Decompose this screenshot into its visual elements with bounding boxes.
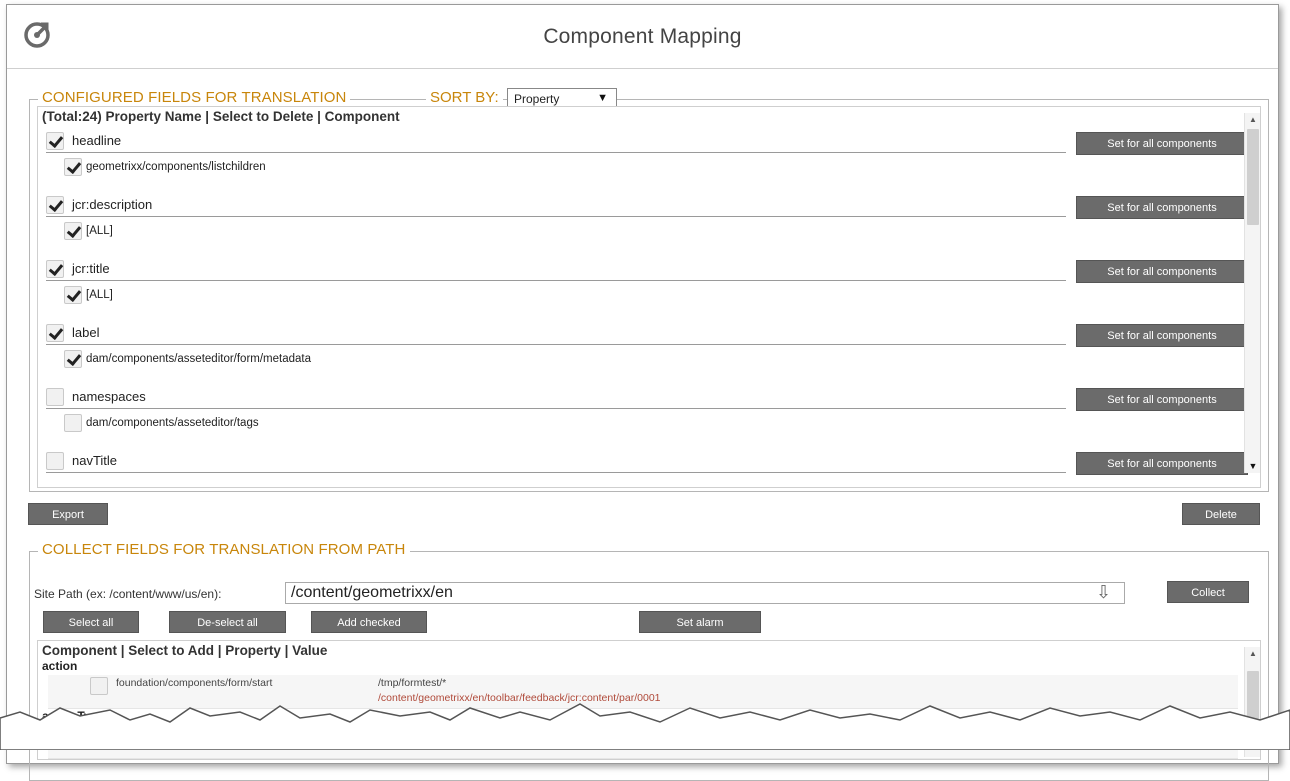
set-for-all-components-button[interactable]: Set for all components (1076, 452, 1248, 475)
property-name: jcr:title (72, 261, 110, 276)
select-all-button[interactable]: Select all (43, 611, 139, 633)
component-row: geometrixx/components/listchildren (64, 157, 1064, 179)
set-for-all-components-button[interactable]: Set for all components (1076, 132, 1248, 155)
component-mapping-window: Component Mapping CONFIGURED FIELDS FOR … (6, 4, 1279, 781)
dropdown-arrow-icon: ▼ (597, 92, 608, 104)
scroll-up-icon[interactable]: ▲ (1245, 647, 1260, 661)
sort-by-label: SORT BY: (426, 89, 503, 106)
component-checkbox[interactable] (64, 222, 82, 240)
collect-list-header: Component | Select to Add | Property | V… (42, 643, 328, 658)
property-name: jcr:description (72, 197, 153, 212)
set-alarm-button[interactable]: Set alarm (639, 611, 761, 633)
component-path: geometrixx/components/listchildren (86, 161, 266, 173)
component-row: [ALL] (64, 221, 1064, 243)
collect-button[interactable]: Collect (1167, 581, 1249, 603)
property-row: navTitle (46, 451, 1066, 473)
component-checkbox[interactable] (64, 158, 82, 176)
export-button[interactable]: Export (28, 503, 108, 525)
property-row: label (46, 323, 1066, 345)
deselect-all-button[interactable]: De-select all (169, 611, 286, 633)
component-path: dam/components/asseteditor/tags (86, 417, 259, 429)
component-path: [ALL] (86, 225, 113, 237)
configured-legend: CONFIGURED FIELDS FOR TRANSLATION (38, 89, 351, 106)
component-row: dam/components/asseteditor/tags (64, 413, 1064, 435)
add-checked-button[interactable]: Add checked (311, 611, 427, 633)
scroll-up-icon[interactable]: ▲ (1245, 113, 1260, 127)
property-row: namespaces (46, 387, 1066, 409)
component-path: foundation/components/form/start (116, 677, 273, 689)
component-row: [ALL] (64, 285, 1064, 307)
property-row: jcr:title (46, 259, 1066, 281)
scroll-thumb[interactable] (1247, 129, 1259, 225)
component-checkbox[interactable] (64, 414, 82, 432)
page-title: Component Mapping (543, 25, 742, 48)
collect-legend: COLLECT FIELDS FOR TRANSLATION FROM PATH (38, 541, 410, 558)
component-row: dam/components/asseteditor/form/metadata (64, 349, 1064, 371)
browse-icon[interactable]: ⇩ (1096, 582, 1111, 603)
scroll-down-icon[interactable]: ▼ (1245, 459, 1260, 473)
property-value: /tmp/formtest/* (378, 677, 447, 689)
property-checkbox[interactable] (46, 324, 64, 342)
property-name: headline (72, 133, 122, 148)
component-checkbox[interactable] (64, 350, 82, 368)
component-path: dam/components/asseteditor/form/metadata (86, 353, 312, 365)
set-for-all-components-button[interactable]: Set for all components (1076, 324, 1248, 347)
component-checkbox[interactable] (64, 286, 82, 304)
torn-edge (0, 703, 1290, 750)
configured-list-header: (Total:24) Property Name | Select to Del… (38, 107, 1260, 127)
configured-list-panel: (Total:24) Property Name | Select to Del… (37, 106, 1261, 488)
property-name: label (72, 325, 100, 340)
configured-scrollbar[interactable]: ▲ ▼ (1244, 113, 1260, 473)
property-checkbox[interactable] (46, 260, 64, 278)
set-for-all-components-button[interactable]: Set for all components (1076, 260, 1248, 283)
property-checkbox[interactable] (46, 132, 64, 150)
property-group-name: action (42, 659, 78, 673)
property-name: namespaces (72, 389, 146, 404)
configured-fields-group: CONFIGURED FIELDS FOR TRANSLATION SORT B… (29, 88, 1269, 492)
property-checkbox[interactable] (46, 452, 64, 470)
set-for-all-components-button[interactable]: Set for all components (1076, 196, 1248, 219)
property-row: jcr:description (46, 195, 1066, 217)
property-checkbox[interactable] (46, 388, 64, 406)
property-row: headline (46, 131, 1066, 153)
sort-by-value: Property (514, 92, 560, 106)
set-for-all-components-button[interactable]: Set for all components (1076, 388, 1248, 411)
title-bar: Component Mapping (7, 5, 1278, 69)
property-name: navTitle (72, 453, 118, 468)
site-path-label: Site Path (ex: /content/www/us/en): (34, 587, 222, 601)
property-checkbox[interactable] (46, 196, 64, 214)
delete-button[interactable]: Delete (1182, 503, 1260, 525)
component-path: [ALL] (86, 289, 113, 301)
site-path-input[interactable]: /content/geometrixx/en (285, 582, 1125, 604)
